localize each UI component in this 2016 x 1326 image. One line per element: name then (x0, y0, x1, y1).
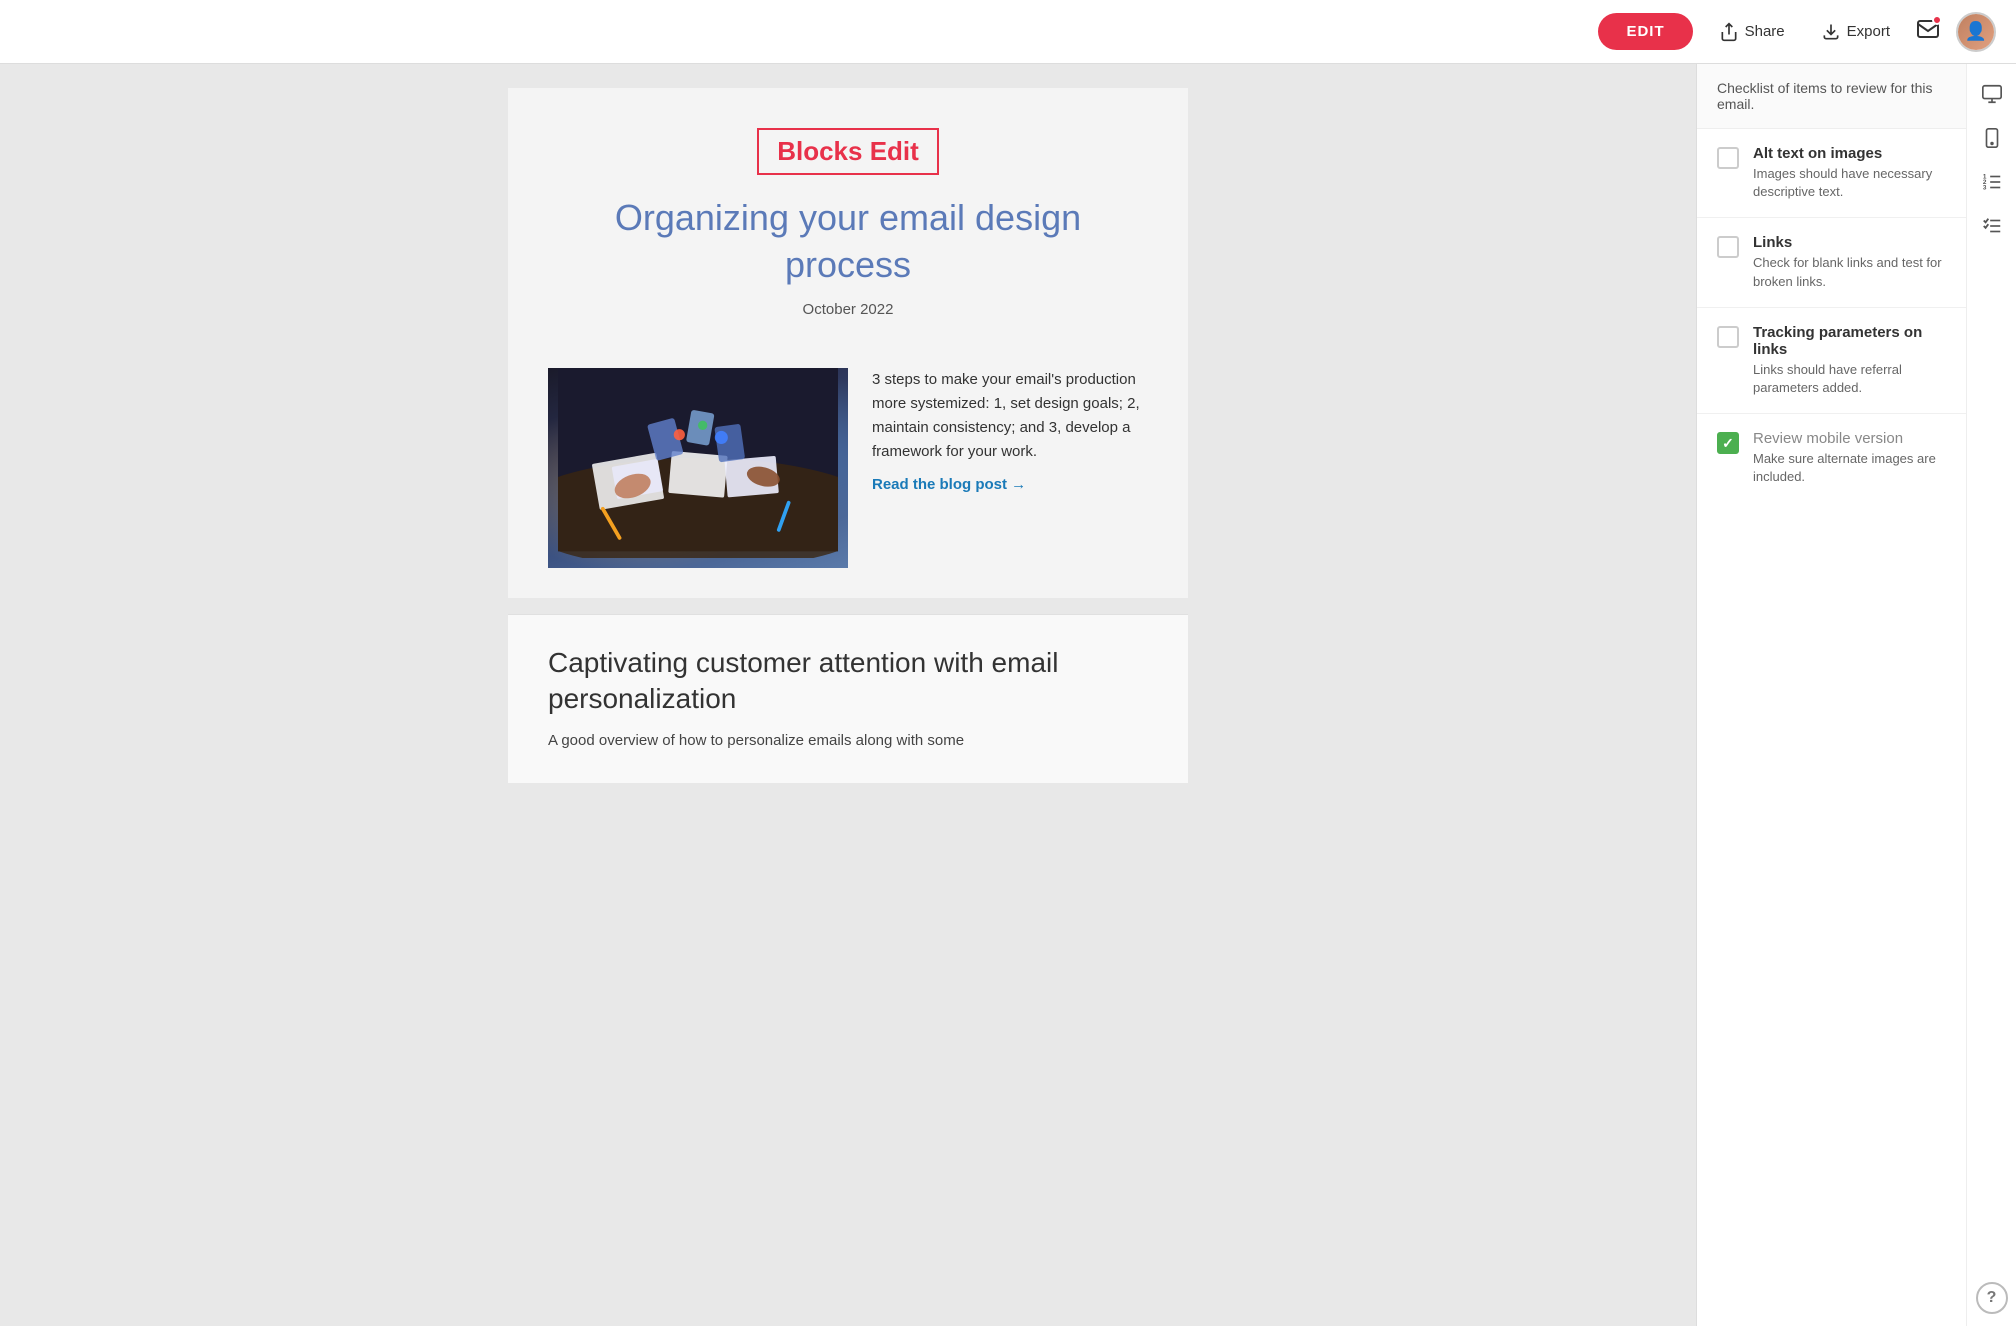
second-title: Captivating customer attention with emai… (548, 645, 1148, 718)
notification-dot (1932, 15, 1942, 25)
brand-label: Blocks Edit (757, 128, 939, 175)
checkbox-mobile[interactable] (1717, 432, 1739, 454)
mobile-icon (1981, 127, 2003, 149)
numbered-list-button[interactable]: 1 2 3 (1974, 164, 2010, 200)
main-layout: Blocks Edit Organizing your email design… (0, 64, 2016, 1326)
edit-button[interactable]: EDIT (1598, 13, 1692, 50)
avatar-image: 👤 (1958, 14, 1994, 50)
list-check-icon (1981, 215, 2003, 237)
desktop-view-button[interactable] (1974, 76, 2010, 112)
featured-text: 3 steps to make your email's production … (872, 368, 1148, 494)
checklist-item-title: Links (1753, 234, 1946, 251)
checklist-item-content: Links Check for blank links and test for… (1753, 234, 1946, 290)
featured-desc: 3 steps to make your email's production … (872, 368, 1148, 464)
export-button[interactable]: Export (1811, 16, 1900, 48)
checklist-panel: Checklist of items to review for this em… (1697, 64, 1966, 1326)
help-button[interactable]: ? (1976, 1282, 2008, 1314)
desktop-icon (1981, 83, 2003, 105)
list-numbered-icon: 1 2 3 (1981, 171, 2003, 193)
avatar[interactable]: 👤 (1956, 12, 1996, 52)
checklist-item-desc: Images should have necessary descriptive… (1753, 165, 1946, 201)
second-desc: A good overview of how to personalize em… (548, 729, 1148, 753)
right-panel: Checklist of items to review for this em… (1696, 64, 2016, 1326)
article-image-svg (558, 368, 838, 558)
featured-section: 3 steps to make your email's production … (508, 348, 1188, 598)
share-label: Share (1745, 23, 1785, 40)
checklist-item-content: Review mobile version Make sure alternat… (1753, 430, 1946, 486)
checklist-header: Checklist of items to review for this em… (1697, 64, 1966, 129)
checklist-item-title: Review mobile version (1753, 430, 1946, 447)
checklist-item-title: Tracking parameters on links (1753, 324, 1946, 358)
checklist-item: Review mobile version Make sure alternat… (1697, 414, 1966, 502)
share-button[interactable]: Share (1709, 16, 1795, 48)
checklist-item: Tracking parameters on links Links shoul… (1697, 308, 1966, 414)
checklist-view-button[interactable] (1974, 208, 2010, 244)
export-icon (1821, 22, 1841, 42)
checklist-item-title: Alt text on images (1753, 145, 1946, 162)
featured-image-inner (548, 368, 848, 568)
email-container: Blocks Edit Organizing your email design… (508, 88, 1188, 783)
section-divider (508, 598, 1188, 614)
notifications-button[interactable] (1916, 17, 1940, 46)
email-date: October 2022 (548, 301, 1148, 318)
svg-text:3: 3 (1982, 184, 1986, 191)
checklist-item: Alt text on images Images should have ne… (1697, 129, 1966, 218)
checklist-item-desc: Check for blank links and test for broke… (1753, 254, 1946, 290)
featured-inner: 3 steps to make your email's production … (548, 368, 1148, 568)
export-label: Export (1847, 23, 1890, 40)
read-blog-link[interactable]: Read the blog post → (872, 476, 1026, 493)
canvas-area: Blocks Edit Organizing your email design… (0, 64, 1696, 1326)
checklist-item-content: Tracking parameters on links Links shoul… (1753, 324, 1946, 397)
email-title: Organizing your email design process (548, 195, 1148, 289)
email-header: Blocks Edit Organizing your email design… (508, 88, 1188, 348)
checklist-item-desc: Make sure alternate images are included. (1753, 450, 1946, 486)
featured-image (548, 368, 848, 568)
second-section: Captivating customer attention with emai… (508, 614, 1188, 784)
checkbox-links[interactable] (1717, 236, 1739, 258)
side-toolbar: 1 2 3 ? (1966, 64, 2016, 1326)
checklist-item-desc: Links should have referral parameters ad… (1753, 361, 1946, 397)
checkbox-alt-text[interactable] (1717, 147, 1739, 169)
checkbox-tracking[interactable] (1717, 326, 1739, 348)
share-icon (1719, 22, 1739, 42)
checklist-item: Links Check for blank links and test for… (1697, 218, 1966, 307)
mobile-view-button[interactable] (1974, 120, 2010, 156)
checklist-item-content: Alt text on images Images should have ne… (1753, 145, 1946, 201)
topbar: EDIT Share Export 👤 (0, 0, 2016, 64)
